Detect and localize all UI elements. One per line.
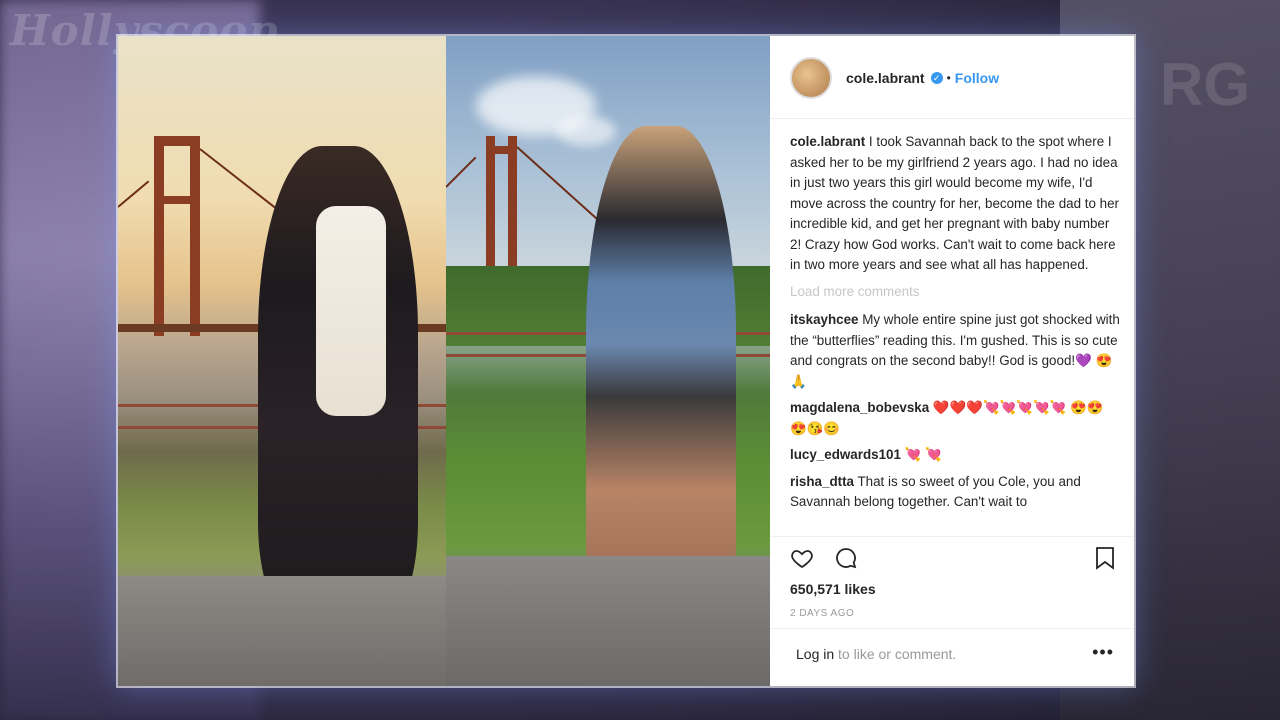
comment-item: lucy_edwards101 💘 💘: [790, 445, 1120, 466]
header-divider: [770, 118, 1134, 119]
load-more-comments-link[interactable]: Load more comments: [790, 282, 1120, 303]
bridge-crossbar-2: [154, 196, 200, 204]
comment-username[interactable]: lucy_edwards101: [790, 447, 901, 462]
comment-item: itskayhcee My whole entire spine just go…: [790, 310, 1120, 392]
login-rest-text: to like or comment.: [834, 646, 957, 662]
actions-divider: [770, 536, 1134, 537]
header-username[interactable]: cole.labrant: [846, 70, 925, 86]
likes-count[interactable]: 650,571 likes: [790, 581, 876, 597]
comment-username[interactable]: risha_dtta: [790, 474, 854, 489]
bookmark-icon[interactable]: [1094, 546, 1116, 570]
comment-username[interactable]: itskayhcee: [790, 312, 859, 327]
bridge-crossbar: [486, 146, 517, 154]
bridge-tower-right: [190, 136, 200, 336]
comment-username[interactable]: magdalena_bobevska: [790, 400, 929, 415]
caption-text: I took Savannah back to the spot where I…: [790, 134, 1119, 272]
instagram-post-frame: cole.labrant ✓ • Follow cole.labrant I t…: [118, 36, 1134, 686]
separator-dot: •: [946, 71, 951, 85]
bridge-tower-left: [154, 136, 164, 336]
bridge-cable-2: [118, 180, 150, 208]
bridge-tower-left: [486, 136, 495, 286]
cloud-2: [556, 116, 616, 146]
stone-ground: [446, 556, 770, 686]
caption: cole.labrant I took Savannah back to the…: [790, 132, 1120, 276]
more-options-icon[interactable]: •••: [1092, 642, 1114, 663]
follow-button[interactable]: Follow: [955, 70, 999, 86]
photo-left: [118, 36, 446, 686]
comment-item: magdalena_bobevska ❤️❤️❤️💘💘💘💘💘 😍😍😍😘😊: [790, 398, 1120, 439]
comments-section: cole.labrant I took Savannah back to the…: [790, 132, 1120, 518]
photo-right: [446, 36, 770, 686]
comment-icon[interactable]: [834, 546, 858, 570]
post-header: cole.labrant ✓ • Follow: [790, 57, 999, 99]
avatar[interactable]: [790, 57, 832, 99]
bridge-cable-2: [446, 156, 477, 188]
stone-ground: [118, 576, 446, 686]
login-prompt: Log in to like or comment.: [796, 646, 956, 662]
heart-icon[interactable]: [790, 546, 814, 570]
caption-username[interactable]: cole.labrant: [790, 134, 865, 149]
bridge-tower-right: [508, 136, 517, 286]
bridge-cable: [516, 146, 607, 229]
login-divider: [770, 628, 1134, 629]
verified-badge-icon: ✓: [930, 72, 943, 84]
background-text: RG: [1160, 51, 1250, 118]
dress-figure: [316, 206, 386, 416]
instagram-panel: cole.labrant ✓ • Follow cole.labrant I t…: [770, 36, 1134, 686]
post-time: 2 DAYS AGO: [790, 608, 855, 619]
post-actions: [790, 544, 1116, 574]
bridge-crossbar: [154, 136, 200, 146]
login-link[interactable]: Log in: [796, 646, 834, 662]
comment-item: risha_dtta That is so sweet of you Cole,…: [790, 472, 1120, 512]
comment-text: 💘 💘: [904, 447, 942, 462]
